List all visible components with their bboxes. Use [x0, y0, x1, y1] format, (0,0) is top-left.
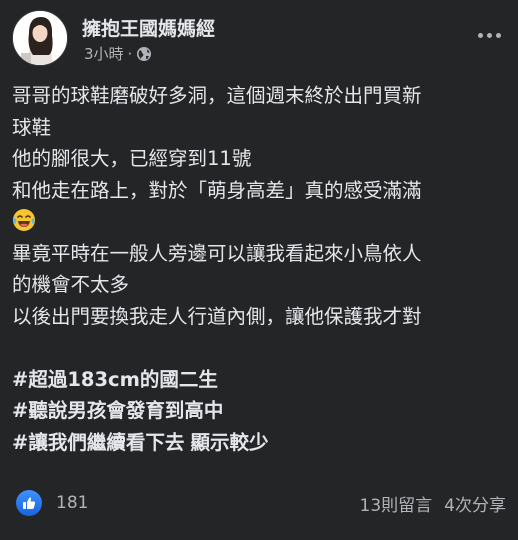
post-time[interactable]: 3小時: [84, 43, 124, 64]
reaction-summary[interactable]: 181: [16, 490, 88, 516]
author-avatar[interactable]: [12, 10, 68, 66]
author-name[interactable]: 擁抱王國媽媽經: [82, 14, 215, 41]
globe-icon: [136, 46, 152, 62]
reaction-count: 181: [56, 493, 89, 513]
emoji-line: [12, 206, 508, 238]
post-header: 擁抱王國媽媽經 3小時 ·: [12, 10, 506, 66]
body-line: 以後出門要換我走人行道內側，讓他保護我才對: [12, 304, 422, 328]
more-dot-icon: [495, 32, 501, 38]
meta-separator: ·: [127, 44, 133, 63]
body-line: 的機會不太多: [12, 273, 130, 296]
hashtag-link[interactable]: #超過183cm的國二生: [12, 368, 218, 391]
more-options-button[interactable]: [474, 22, 504, 48]
post-body: 哥哥的球鞋磨破好多洞，這個週末終於出門買新 球鞋 他的腳很大，已經穿到11號 和…: [12, 80, 508, 458]
more-dot-icon: [486, 32, 492, 38]
body-line: 畢竟平時在一般人旁邊可以讓我看起來小鳥依人: [12, 241, 422, 265]
laughing-tears-emoji-icon: [12, 208, 36, 232]
shares-link[interactable]: 4次分享: [444, 491, 506, 516]
hashtag-link[interactable]: #讓我們繼續看下去: [12, 431, 184, 454]
engagement-stats: 13則留言 4次分享: [360, 491, 506, 516]
body-line: 哥哥的球鞋磨破好多洞，這個週末終於出門買新: [12, 84, 422, 107]
post-footer: 181 13則留言 4次分享: [16, 486, 506, 520]
comments-link[interactable]: 13則留言: [360, 491, 433, 516]
body-line: 和他走在路上，對於「萌身高差」真的感受滿滿: [12, 178, 422, 202]
body-line: 球鞋: [12, 115, 52, 139]
like-icon: [16, 490, 42, 516]
hashtag-link[interactable]: #聽說男孩會發育到高中: [12, 399, 223, 422]
see-less-link[interactable]: 顯示較少: [191, 431, 269, 454]
post-meta: 3小時 ·: [84, 43, 152, 64]
body-line: 他的腳很大，已經穿到11號: [12, 147, 252, 170]
more-dot-icon: [477, 32, 483, 38]
